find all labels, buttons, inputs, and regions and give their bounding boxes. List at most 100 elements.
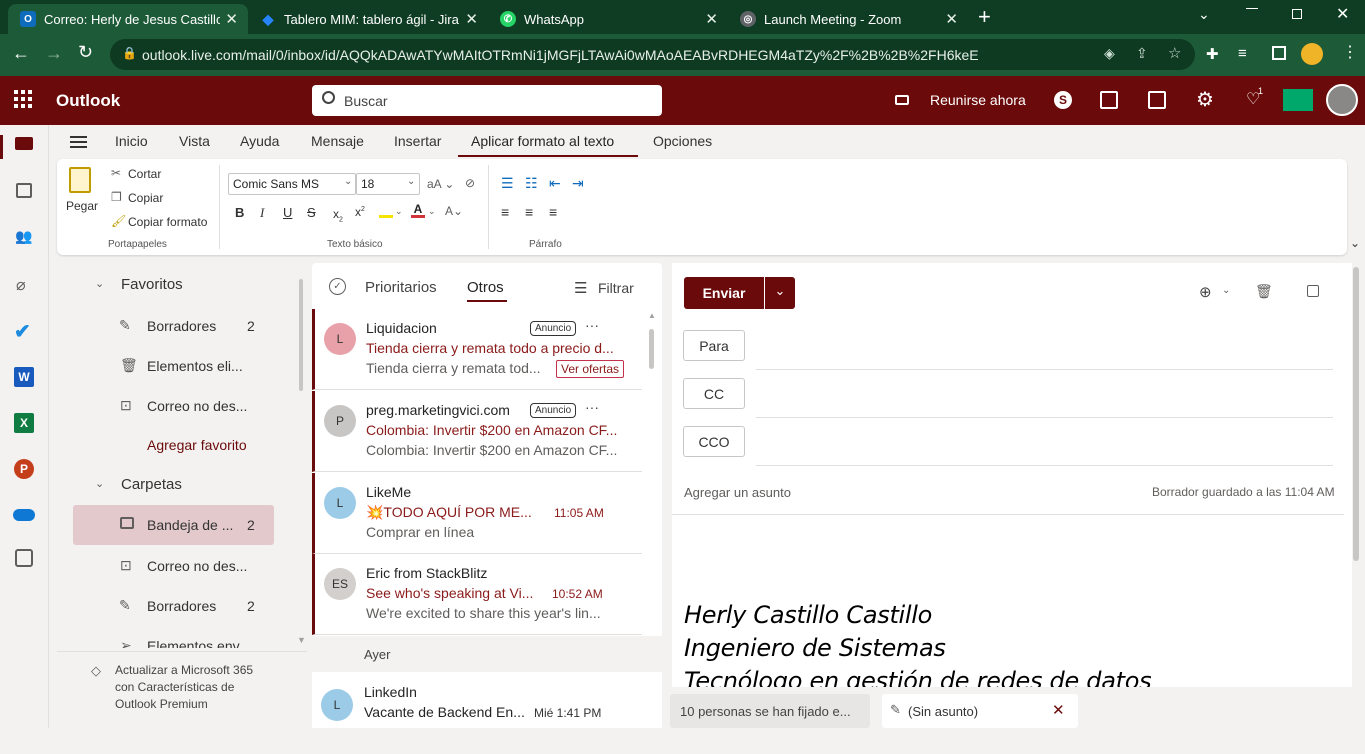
font-color-icon[interactable]: A [411,203,425,218]
underline-icon[interactable]: U [283,205,292,220]
bullets-icon[interactable]: ☰ [501,175,514,192]
folder-scrollbar[interactable] [299,279,303,391]
user-avatar[interactable] [1326,84,1358,116]
maximize-button[interactable] [1292,9,1302,19]
decrease-indent-icon[interactable]: ⇤ [549,175,561,192]
folder-favorite-junk[interactable]: ⊡ Correo no des... [73,386,274,426]
calendar-icon[interactable] [16,183,32,198]
folder-inbox[interactable]: Bandeja de ... 2 [73,505,274,545]
tab-aplicar-formato[interactable]: Aplicar formato al texto [471,133,614,149]
meet-now-button[interactable]: Reunirse ahora [930,92,1026,108]
extensions-icon[interactable]: ✚ [1206,45,1219,63]
align-left-icon[interactable]: ≡ [501,204,509,220]
font-family-select[interactable]: Comic Sans MS ⌄ [228,173,356,195]
tab-mensaje[interactable]: Mensaje [311,133,364,149]
align-right-icon[interactable]: ≡ [549,204,557,220]
highlight-color-icon[interactable] [379,206,393,218]
more-apps-icon[interactable] [15,549,33,567]
folder-drafts[interactable]: ✎ Borradores 2 [73,586,274,626]
more-options-icon[interactable]: ··· [585,317,599,333]
office-icon[interactable] [1100,91,1118,109]
search-input[interactable]: Buscar [312,85,662,116]
filter-lines-icon[interactable]: ☰ [574,279,587,297]
app-launcher-icon[interactable] [14,90,32,108]
copy-button[interactable]: Copiar [128,191,163,205]
subscript-icon[interactable]: x2 [333,207,343,223]
subject-input[interactable]: Agregar un asunto [684,485,791,500]
strikethrough-icon[interactable]: S [307,205,316,220]
list-item[interactable]: ES Eric from StackBlitz See who's speaki… [312,554,642,635]
minimize-button[interactable] [1246,8,1258,9]
pop-out-icon[interactable] [1307,285,1319,297]
clear-format-icon[interactable]: ⊘ [465,176,475,190]
onedrive-cloud-icon[interactable] [13,509,35,521]
close-draft-icon[interactable]: ✕ [1052,701,1065,719]
side-panel-icon[interactable] [1272,46,1286,60]
favorites-header[interactable]: Favoritos [121,276,183,293]
folder-favorite-deleted[interactable]: 🗑 Elementos eli... [73,346,274,386]
to-button[interactable]: Para [683,330,745,361]
send-button[interactable]: Enviar [684,277,764,309]
increase-indent-icon[interactable]: ⇥ [572,175,584,192]
discard-trash-icon[interactable]: 🗑 [1255,283,1273,300]
browser-tab-whatsapp[interactable]: ✆ WhatsApp ✕ [488,4,728,34]
people-icon[interactable]: 👥 [15,228,33,244]
view-site-icon[interactable]: ◈ [1104,45,1115,62]
chevron-down-icon[interactable]: ⌄ [95,277,104,290]
format-painter-button[interactable]: Copiar formato [128,215,207,229]
tab-ayuda[interactable]: Ayuda [240,133,279,149]
my-day-icon[interactable] [1148,91,1166,109]
tab-inicio[interactable]: Inicio [115,133,148,149]
paste-clipboard-icon[interactable] [69,167,91,193]
change-case-icon[interactable]: aA ⌄ [427,177,454,191]
bookmark-star-icon[interactable]: ☆ [1168,44,1181,62]
select-all-check-icon[interactable]: ✓ [329,278,346,295]
settings-gear-icon[interactable]: ⚙ [1196,87,1214,112]
tab-focused[interactable]: Prioritarios [365,279,437,296]
paste-button[interactable]: Pegar [66,199,98,213]
italic-icon[interactable]: I [260,205,264,221]
pinned-notice[interactable]: 10 personas se han fijado e... [670,694,870,728]
align-center-icon[interactable]: ≡ [525,204,533,220]
browser-tab-zoom[interactable]: ◎ Launch Meeting - Zoom ✕ [728,4,968,34]
list-item[interactable]: L LinkedIn Vacante de Backend En... Mié … [312,673,642,754]
draft-tab[interactable]: ✎ (Sin asunto) ✕ [882,694,1078,728]
upgrade-premium-link[interactable]: Actualizar a Microsoft 365 con Caracterí… [115,662,253,713]
browser-menu-icon[interactable]: ⋮ [1342,42,1358,62]
chevron-down-icon[interactable]: ⌄ [95,477,104,490]
folder-sent[interactable]: ➢ Elementos env... [73,626,274,648]
share-icon[interactable]: ⇪ [1136,45,1148,62]
browser-tab-jira[interactable]: ◆ Tablero MIM: tablero ágil - Jira ✕ [248,4,488,34]
excel-icon[interactable]: X [14,413,34,433]
list-item[interactable]: P preg.marketingvici.com Anuncio ··· Col… [312,391,642,472]
attachment-paperclip-icon[interactable]: ⌀ [16,275,40,299]
expand-ribbon-chevron-icon[interactable]: ⌄ [1350,236,1360,250]
address-bar[interactable]: 🔒 outlook.live.com/mail/0/inbox/id/AQQkA… [110,39,1195,70]
list-scrollbar[interactable] [649,329,654,369]
cc-button[interactable]: CC [683,378,745,409]
cut-button[interactable]: Cortar [128,167,161,181]
new-tab-button[interactable]: + [978,4,991,30]
superscript-icon[interactable]: x2 [355,205,365,219]
list-item[interactable]: L Liquidacion Anuncio ··· Tienda cierra … [312,309,642,390]
tab-other[interactable]: Otros [467,279,504,296]
offer-cta-button[interactable]: Ver ofertas [556,360,625,378]
zoom-magnifier-icon[interactable]: ⊕ [1199,283,1212,301]
media-queue-icon[interactable]: ≡ [1238,45,1247,62]
skype-icon[interactable]: S [1054,91,1072,109]
folder-junk[interactable]: ⊡ Correo no des... [73,546,274,586]
page-scrollbar[interactable] [1353,267,1359,561]
scroll-up-arrow-icon[interactable]: ▲ [648,311,656,320]
forward-arrow-icon[interactable]: → [45,43,63,64]
close-tab-icon[interactable]: ✕ [705,10,718,28]
mail-icon[interactable] [15,137,33,150]
reload-icon[interactable]: ↻ [78,42,93,63]
back-arrow-icon[interactable]: ← [12,43,30,64]
add-favorite-link[interactable]: Agregar favorito [147,437,247,453]
scroll-down-arrow-icon[interactable]: ▼ [297,635,306,645]
filter-button[interactable]: Filtrar [598,280,634,296]
folders-header[interactable]: Carpetas [121,476,182,493]
mail-promo-icon[interactable] [1283,89,1313,111]
close-window-button[interactable]: ✕ [1336,4,1349,24]
more-options-icon[interactable]: ··· [585,399,599,415]
